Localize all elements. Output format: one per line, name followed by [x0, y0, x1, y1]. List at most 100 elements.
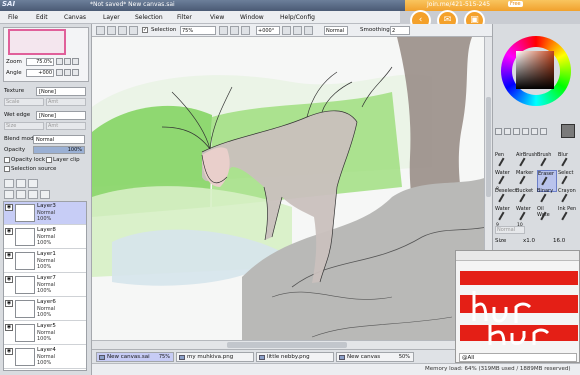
- nav-zoom-field[interactable]: 75.0%: [26, 58, 54, 66]
- zoom-reset-button[interactable]: [241, 26, 250, 35]
- tool-size-multiplier[interactable]: x1.0: [523, 238, 535, 244]
- nav-zoom-out[interactable]: [56, 58, 63, 65]
- deselect-button[interactable]: [118, 26, 127, 35]
- current-color-swatch[interactable]: [561, 124, 575, 138]
- tab-zoom: 75%: [158, 354, 170, 360]
- tool-water[interactable]: Water9: [495, 206, 515, 228]
- layer-row[interactable]: ◉ Layer7 Normal 100%: [4, 274, 86, 297]
- wetedge-select[interactable]: [None]: [36, 111, 86, 120]
- layer-name: Layer7: [37, 275, 56, 281]
- texture-amt-field[interactable]: Amt: [46, 98, 86, 106]
- opacity-slider[interactable]: 100%: [33, 146, 85, 154]
- rgb-slider-mode[interactable]: [504, 128, 511, 135]
- hsv-slider-mode[interactable]: [513, 128, 520, 135]
- layer-name: Layer4: [37, 347, 56, 353]
- blend-select[interactable]: Normal: [324, 26, 348, 35]
- opacity-lock-checkbox[interactable]: [4, 157, 10, 163]
- nav-rotate-left[interactable]: [56, 69, 63, 76]
- layer-clip-checkbox[interactable]: [46, 157, 52, 163]
- menu-filter[interactable]: Filter: [177, 14, 192, 21]
- eye-icon[interactable]: ◉: [5, 324, 13, 331]
- layer-row[interactable]: ◉ Layer5 Normal 100%: [4, 322, 86, 345]
- tab-my-muhkiva[interactable]: my muhkiva.png: [176, 352, 254, 362]
- joinme-link[interactable]: Join.me/421-515-245: [427, 1, 490, 8]
- nav-angle-field[interactable]: +000: [26, 69, 54, 77]
- tool-ink-pen[interactable]: Ink Pen: [558, 206, 578, 228]
- tab-new-canvas[interactable]: New canvas 50%: [336, 352, 414, 362]
- vertical-scroll-thumb[interactable]: [486, 97, 491, 197]
- scratchpad-mode[interactable]: [540, 128, 547, 135]
- angle-label: Angle: [6, 70, 22, 76]
- new-linework-layer-button[interactable]: [16, 179, 26, 188]
- eye-icon[interactable]: ◉: [5, 252, 13, 259]
- rotate-left-button[interactable]: [282, 26, 291, 35]
- layer-row[interactable]: ◉ Layer3 Normal 100%: [4, 202, 86, 225]
- tool-oil-wate[interactable]: Oil Wate: [537, 206, 557, 228]
- invert-selection-button[interactable]: [129, 26, 138, 35]
- menu-edit[interactable]: Edit: [36, 14, 48, 21]
- tab-new-canvas-sai[interactable]: New canvas.sai 75%: [96, 352, 174, 362]
- nav-zoom-in[interactable]: [64, 58, 71, 65]
- layer-blend-select[interactable]: Normal: [33, 135, 85, 144]
- undo-button[interactable]: [96, 26, 105, 35]
- redo-button[interactable]: [107, 26, 116, 35]
- navigator[interactable]: Zoom 75.0% Angle +000: [3, 27, 89, 82]
- color-wheel-mode[interactable]: [495, 128, 502, 135]
- wetedge-amt-field[interactable]: Amt: [46, 122, 86, 130]
- smoothing-select[interactable]: 2: [390, 26, 410, 35]
- texture-select[interactable]: [None]: [36, 87, 86, 96]
- canvas-horizontal-scrollbar[interactable]: [92, 340, 492, 349]
- menu-file[interactable]: File: [8, 14, 18, 21]
- tab-little-nebby[interactable]: little nebby.png: [256, 352, 334, 362]
- nav-zoom-reset[interactable]: [72, 58, 79, 65]
- new-layer-button[interactable]: [4, 179, 14, 188]
- menu-view[interactable]: View: [210, 14, 224, 21]
- rotate-reset-button[interactable]: [304, 26, 313, 35]
- selection-source-checkbox[interactable]: [4, 166, 10, 172]
- tool-size-value[interactable]: 16.0: [553, 238, 565, 244]
- selection-checkbox[interactable]: ✓: [142, 27, 148, 33]
- rotation-field[interactable]: +000°: [256, 26, 280, 35]
- horizontal-scroll-thumb[interactable]: [227, 342, 347, 348]
- menu-layer[interactable]: Layer: [103, 14, 120, 21]
- tab-label: my muhkiva.png: [187, 354, 234, 360]
- tool-mode-select[interactable]: Normal: [495, 226, 525, 234]
- new-folder-button[interactable]: [28, 179, 38, 188]
- delete-layer-button[interactable]: [40, 190, 50, 199]
- brush-icon: [561, 157, 573, 170]
- tool-water[interactable]: Water10: [516, 206, 536, 228]
- chat-input[interactable]: @All: [459, 353, 577, 362]
- saturation-value-square[interactable]: [516, 51, 554, 89]
- eye-icon[interactable]: ◉: [5, 204, 13, 211]
- color-mixer-mode[interactable]: [522, 128, 529, 135]
- canvas[interactable]: [92, 37, 492, 349]
- nav-rotate-reset[interactable]: [72, 69, 79, 76]
- tool-label: Ink Pen: [558, 206, 577, 212]
- navigator-thumbnail[interactable]: [8, 29, 66, 55]
- texture-scale-field[interactable]: Scale: [4, 98, 44, 106]
- wetedge-size-field[interactable]: Size: [4, 122, 44, 130]
- menu-canvas[interactable]: Canvas: [64, 14, 86, 21]
- transfer-down-button[interactable]: [4, 190, 14, 199]
- swatches-mode[interactable]: [531, 128, 538, 135]
- eye-icon[interactable]: ◉: [5, 276, 13, 283]
- merge-down-button[interactable]: [16, 190, 26, 199]
- layer-row[interactable]: ◉ Layer1 Normal 100%: [4, 250, 86, 273]
- eye-icon[interactable]: ◉: [5, 228, 13, 235]
- eye-icon[interactable]: ◉: [5, 348, 13, 355]
- menu-window[interactable]: Window: [240, 14, 264, 21]
- layer-row[interactable]: ◉ Layer6 Normal 100%: [4, 298, 86, 321]
- nav-rotate-right[interactable]: [64, 69, 71, 76]
- layer-row[interactable]: ◉ Layer8 Normal 100%: [4, 226, 86, 249]
- rotate-right-button[interactable]: [293, 26, 302, 35]
- menu-selection[interactable]: Selection: [135, 14, 163, 21]
- document-icon: [339, 355, 345, 360]
- clear-layer-button[interactable]: [28, 190, 38, 199]
- zoom-select[interactable]: 75%: [180, 26, 216, 35]
- layer-row[interactable]: ◉ Layer4 Normal 100%: [4, 346, 86, 369]
- menu-help-config[interactable]: Help/Config: [280, 14, 315, 21]
- joinme-bar: Join.me/421-515-245 Free: [405, 0, 580, 11]
- zoom-in-button[interactable]: [230, 26, 239, 35]
- eye-icon[interactable]: ◉: [5, 300, 13, 307]
- zoom-out-button[interactable]: [219, 26, 228, 35]
